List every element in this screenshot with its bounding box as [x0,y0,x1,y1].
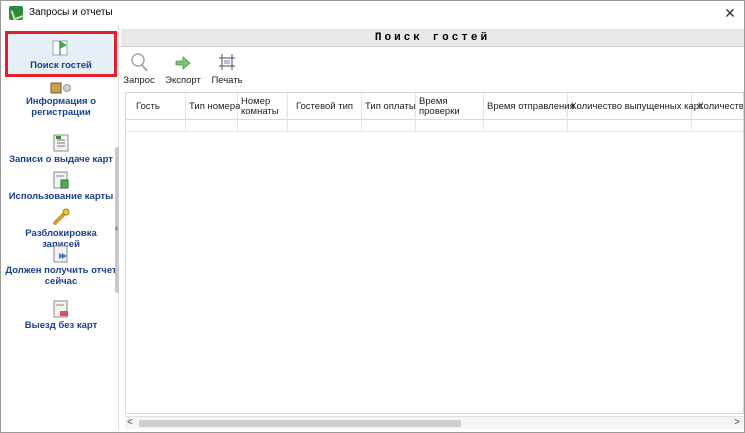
export-label: Экспорт [165,75,201,86]
query-button[interactable]: Запрос [123,52,155,92]
results-table[interactable]: Гость Тип номера Номер комнаты Гостевой … [125,92,744,414]
sidebar-item-label: Записи о выдаче карт [9,154,113,165]
column-header[interactable]: Количество [692,93,743,120]
column-header[interactable]: Время отправления [484,93,575,120]
card-usage-icon [53,171,69,189]
registration-info-icon [50,82,71,94]
unlock-records-icon [53,208,70,225]
page-title-bar: Поиск гостей [121,29,744,47]
search-flag-icon [52,40,68,56]
sidebar-item-label: Поиск гостей [30,60,92,71]
table-header: Гость Тип номера Номер комнаты Гостевой … [126,93,743,120]
title-bar: Запросы и отчеты ✕ [1,1,744,25]
print-button[interactable]: Печать [209,52,245,92]
sidebar-item-guest-search[interactable]: Поиск гостей [5,31,117,77]
sidebar-item-registration-info[interactable]: Информация о регистрации [5,82,117,124]
page-title: Поиск гостей [374,32,491,44]
scroll-left-arrow-icon[interactable]: < [127,417,133,428]
close-button[interactable]: ✕ [720,3,740,23]
magnifier-icon [131,53,148,72]
sidebar-scrollbar[interactable] [115,147,119,293]
sidebar-item-card-issue-records[interactable]: Записи о выдаче карт [5,134,117,168]
print-label: Печать [211,75,243,86]
card-issue-records-icon [53,134,69,152]
table-row[interactable] [126,120,743,132]
sidebar-item-report-now[interactable]: Должен получить отчет сейчас [5,245,117,291]
sidebar-item-label: Выезд без карт [24,320,98,331]
app-logo-icon [9,6,23,20]
column-header[interactable]: Тип оплаты [362,93,416,120]
column-header[interactable]: Гость [126,93,186,120]
column-header[interactable]: Время проверки [416,93,484,120]
checkout-no-card-icon [53,300,68,318]
app-window: Запросы и отчеты ✕ Поиск гостей Информац… [0,0,745,433]
sidebar-item-checkout-no-card[interactable]: Выезд без карт [5,300,117,334]
sidebar-item-label: Должен получить отчет сейчас [5,265,117,287]
column-header[interactable]: Тип номера [186,93,240,120]
sidebar-item-card-usage[interactable]: Использование карты [5,171,117,205]
main-panel: Поиск гостей Запрос Экспорт Печать Гость… [121,26,744,431]
sidebar-item-label: Использование карты [8,191,114,202]
report-now-icon [53,245,68,263]
sidebar-collapse-arrow-icon[interactable]: ‹ [115,223,118,233]
export-button[interactable]: Экспорт [163,52,203,92]
window-title: Запросы и отчеты [29,7,113,18]
column-header[interactable]: Номер комнаты [238,93,288,120]
sidebar-item-label: Информация о регистрации [25,96,97,118]
toolbar: Запрос Экспорт Печать [121,52,744,92]
print-crop-icon [219,54,235,70]
scroll-thumb[interactable] [139,420,461,427]
column-header[interactable]: Гостевой тип [288,93,362,120]
horizontal-scrollbar[interactable]: < > [125,416,744,429]
scroll-right-arrow-icon[interactable]: > [734,417,740,428]
column-header[interactable]: Количество выпущенных карт [568,93,703,120]
sidebar: Поиск гостей Информация о регистрации За… [5,26,119,430]
sidebar-item-unlock-records[interactable]: Разблокировка записей [5,208,117,250]
query-label: Запрос [123,75,155,86]
export-arrow-icon [175,56,191,70]
